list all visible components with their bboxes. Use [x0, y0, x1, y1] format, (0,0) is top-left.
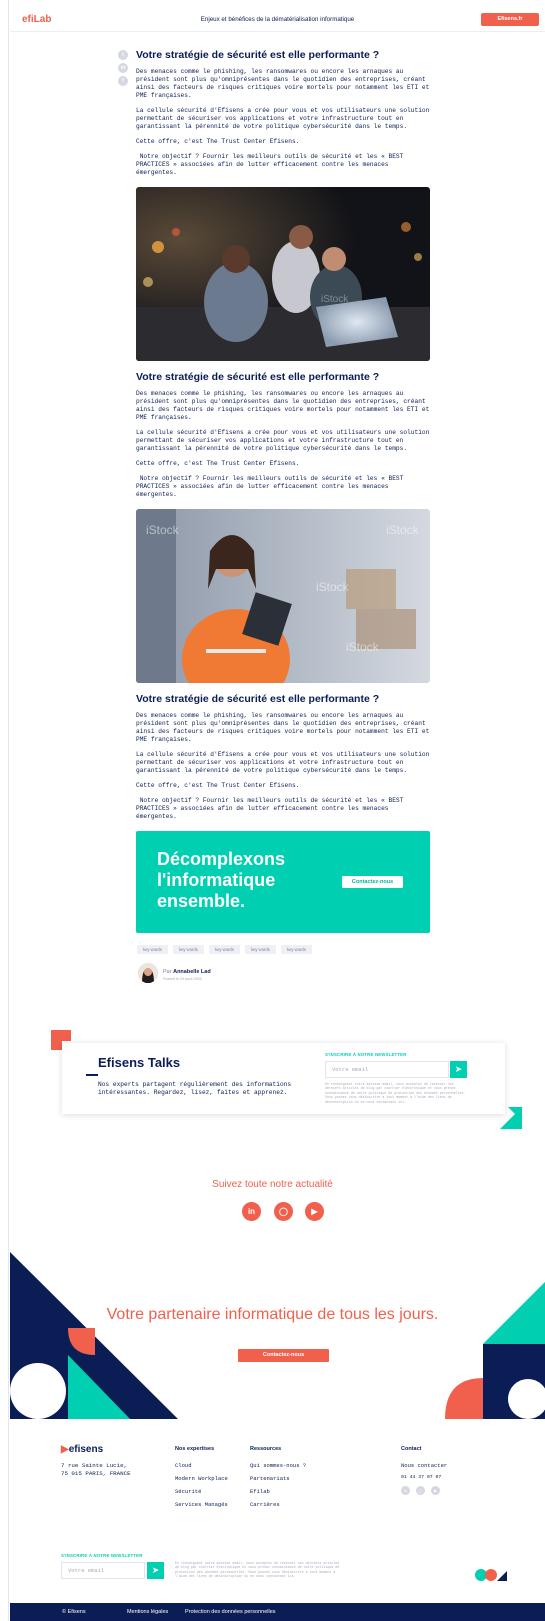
paragraph: La cellule sécurité d'Efisens a crée pou…: [136, 429, 430, 452]
cta-banner: Décomplexons l'informatique ensemble. Co…: [136, 831, 430, 933]
footer-logo-text: efisens: [68, 1444, 104, 1455]
youtube-icon[interactable]: ▶: [431, 1486, 440, 1495]
youtube-icon[interactable]: ▶: [305, 1202, 324, 1221]
author-byline: Par Annabelle Lad: [163, 969, 211, 975]
photo-watermark: iStock: [321, 294, 349, 305]
keyword-tag[interactable]: key words: [173, 945, 204, 954]
paragraph: Des menaces comme le phishing, les ranso…: [136, 712, 430, 743]
address-line: 75 015 PARIS, FRANCE: [61, 1469, 131, 1477]
photo-watermark: iStock: [316, 580, 350, 594]
keyword-tag[interactable]: key words: [245, 945, 276, 954]
linkedin-icon[interactable]: in: [242, 1202, 261, 1221]
footer-email-input[interactable]: Votre email: [61, 1562, 145, 1579]
footer-link[interactable]: Modern Workplace: [175, 1475, 228, 1482]
paragraph: Notre objectif ? Fournir les meilleurs o…: [136, 475, 408, 498]
paragraph: La cellule sécurité d'Efisens a crée pou…: [136, 107, 430, 130]
keyword-tag[interactable]: key words: [281, 945, 312, 954]
top-header: efiLab Enjeux et bénéfices de la dématér…: [10, 10, 545, 32]
footer-newsletter-label: S'INSCRIRE À NOTRE NEWSLETTER: [61, 1553, 143, 1558]
cta-headline: Décomplexons l'informatique ensemble.: [157, 849, 286, 911]
paragraph: Cette offre, c'est The Trust Center Efis…: [136, 460, 300, 467]
linkedin-icon[interactable]: in: [401, 1486, 410, 1495]
author-name[interactable]: Annabelle Lad: [173, 969, 211, 975]
warehouse-worker-photo: iStock iStock iStock iStock: [136, 509, 430, 683]
footer-link[interactable]: Efilab: [250, 1488, 270, 1495]
partner-contact-button[interactable]: Contactez-nous: [238, 1349, 329, 1362]
footer-disclaimer: En renseignant votre adresse email, vous…: [175, 1561, 340, 1579]
newsletter-email-input[interactable]: Votre email: [325, 1061, 449, 1078]
newsletter-label: S'INSCRIRE À NOTRE NEWSLETTER: [325, 1052, 407, 1057]
decor-footer-shapes: [475, 1569, 507, 1581]
address-line: 7 rue Sainte Lucie,: [61, 1462, 128, 1469]
talks-description: Nos experts partagent régulièrement des …: [98, 1081, 292, 1096]
photo-watermark: iStock: [146, 523, 180, 537]
footer-link[interactable]: Services Managés: [175, 1501, 228, 1508]
footer-address: 7 rue Sainte Lucie, 75 015 PARIS, FRANCE: [61, 1462, 131, 1477]
newsletter-disclaimer: En renseignant votre adresse email, vous…: [325, 1082, 466, 1104]
paragraph: Notre objectif ? Fournir les meilleurs o…: [136, 797, 408, 820]
twitter-icon[interactable]: t: [118, 50, 128, 60]
paragraph: Des menaces comme le phishing, les ranso…: [136, 390, 430, 421]
footer-col-ressources-title: Ressources: [250, 1446, 282, 1452]
office-team-photo: iStock: [136, 187, 430, 361]
follow-title: Suivez toute notre actualité: [212, 1179, 333, 1190]
paragraph: Des menaces comme le phishing, les ranso…: [136, 68, 430, 99]
keyword-tag[interactable]: key words: [137, 945, 168, 954]
contact-button[interactable]: Contactez-nous: [342, 876, 403, 888]
partner-title: Votre partenaire informatique de tous le…: [106, 1306, 439, 1323]
keyword-tag[interactable]: key words: [209, 945, 240, 954]
footer-col-expertises-title: Nos expertises: [175, 1446, 215, 1452]
footer-link[interactable]: Cloud: [175, 1462, 192, 1469]
footer-phone[interactable]: 01 44 37 07 07: [401, 1475, 441, 1480]
footer-link[interactable]: Carrières: [250, 1501, 280, 1508]
footer-link[interactable]: Nous contacter: [401, 1462, 447, 1469]
header-title: Enjeux et bénéfices de la dématérialisat…: [200, 16, 355, 23]
author-prefix: Par: [163, 969, 172, 975]
facebook-icon[interactable]: f: [118, 76, 128, 86]
footer-send-arrow-icon[interactable]: ➤: [147, 1562, 164, 1579]
section-title: Votre stratégie de sécurité est elle per…: [136, 693, 380, 705]
privacy-link[interactable]: Protection des données personnelles: [185, 1609, 276, 1615]
talks-accent-bar: [86, 1074, 98, 1076]
author-date: Posted le 20 août 2020: [163, 977, 203, 981]
footer-link[interactable]: Partenariats: [250, 1475, 290, 1482]
footer-logo[interactable]: ▶efisens: [61, 1444, 103, 1455]
efisens-k-icon: ▶: [61, 1444, 69, 1455]
footer-bottom-bar: [10, 1603, 545, 1621]
efisens-site-button[interactable]: Efisens.fr: [481, 13, 539, 26]
footer-link[interactable]: Sécurité: [175, 1488, 201, 1495]
send-arrow-icon[interactable]: ➤: [450, 1061, 467, 1078]
photo-watermark: iStock: [386, 523, 420, 537]
footer-link[interactable]: Qui sommes-nous ?: [250, 1462, 306, 1469]
paragraph: Cette offre, c'est The Trust Center Efis…: [136, 782, 300, 789]
section-title: Votre stratégie de sécurité est elle per…: [136, 49, 380, 61]
talks-title: Efisens Talks: [98, 1055, 181, 1070]
linkedin-icon[interactable]: in: [118, 63, 128, 73]
article-section-1: Votre stratégie de sécurité est elle per…: [136, 49, 430, 177]
article-section-3: Votre stratégie de sécurité est elle per…: [136, 693, 430, 821]
instagram-icon[interactable]: ◯: [274, 1202, 293, 1221]
legal-link[interactable]: Mentions légales: [127, 1609, 168, 1615]
article-section-2: Votre stratégie de sécurité est elle per…: [136, 371, 430, 499]
decor-left-shapes: [10, 1252, 178, 1419]
section-title: Votre stratégie de sécurité est elle per…: [136, 371, 380, 383]
instagram-icon[interactable]: ◯: [416, 1486, 425, 1495]
left-rail: [0, 0, 9, 1621]
footer-col-contact-title: Contact: [401, 1446, 422, 1452]
paragraph: La cellule sécurité d'Efisens a crée pou…: [136, 751, 430, 774]
copyright: © Efisens: [62, 1609, 86, 1615]
paragraph: Cette offre, c'est The Trust Center Efis…: [136, 138, 300, 145]
paragraph: Notre objectif ? Fournir les meilleurs o…: [136, 153, 408, 176]
decor-right-shapes: [445, 1282, 545, 1419]
photo-watermark: iStock: [346, 640, 380, 654]
author-avatar: [138, 963, 158, 983]
